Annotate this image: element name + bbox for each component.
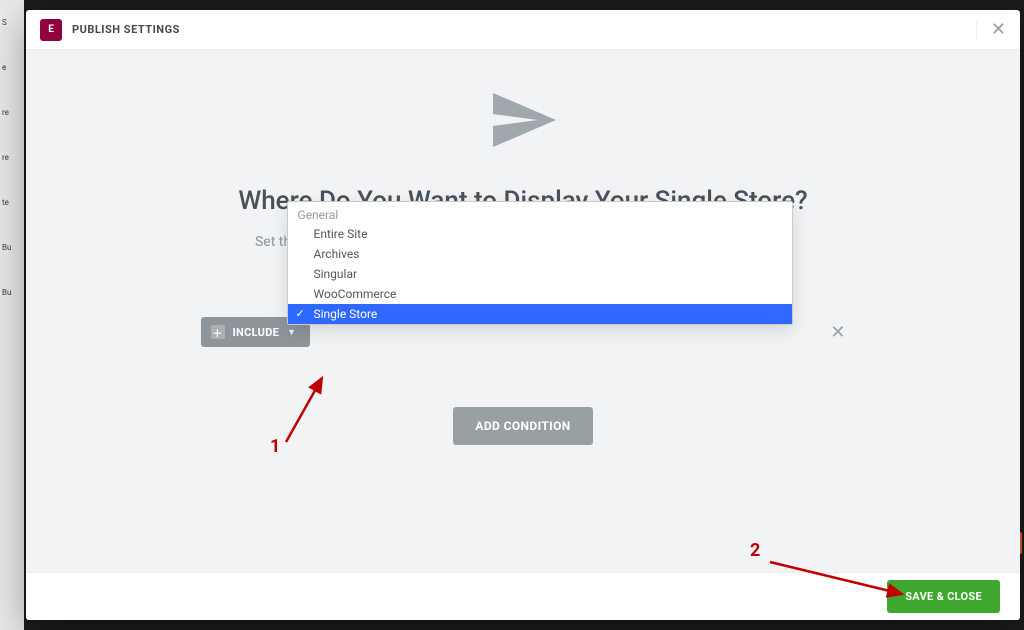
dropdown-option[interactable]: Archives xyxy=(288,244,792,264)
annotation-arrow-1 xyxy=(280,370,340,450)
modal-title: PUBLISH SETTINGS xyxy=(72,23,180,36)
annotation-arrow-2 xyxy=(766,556,916,606)
add-condition-button[interactable]: ADD CONDITION xyxy=(453,407,592,445)
remove-condition-icon[interactable]: ✕ xyxy=(830,322,845,343)
modal-header: E PUBLISH SETTINGS ✕ xyxy=(26,10,1020,50)
condition-row: ＋ INCLUDE ▼ General Entire Site Archives… xyxy=(201,317,846,347)
close-icon[interactable]: ✕ xyxy=(976,21,1006,39)
dropdown-option-selected[interactable]: Single Store xyxy=(288,304,792,324)
include-label: INCLUDE xyxy=(233,326,280,339)
chevron-down-icon: ▼ xyxy=(287,327,296,338)
paper-plane-icon xyxy=(487,84,559,160)
dropdown-option[interactable]: Singular xyxy=(288,264,792,284)
plus-icon: ＋ xyxy=(211,325,225,339)
modal-content: Where Do You Want to Display Your Single… xyxy=(26,50,1020,572)
dropdown-option[interactable]: WooCommerce xyxy=(288,284,792,304)
background-sidebar: SerereteBuBu xyxy=(0,0,24,630)
dropdown-option[interactable]: Entire Site xyxy=(288,224,792,244)
condition-dropdown[interactable]: General Entire Site Archives Singular Wo… xyxy=(287,201,793,325)
elementor-logo-icon: E xyxy=(40,19,62,41)
publish-settings-modal: E PUBLISH SETTINGS ✕ Where Do You Want t… xyxy=(26,10,1020,620)
dropdown-group-label: General xyxy=(288,202,792,224)
